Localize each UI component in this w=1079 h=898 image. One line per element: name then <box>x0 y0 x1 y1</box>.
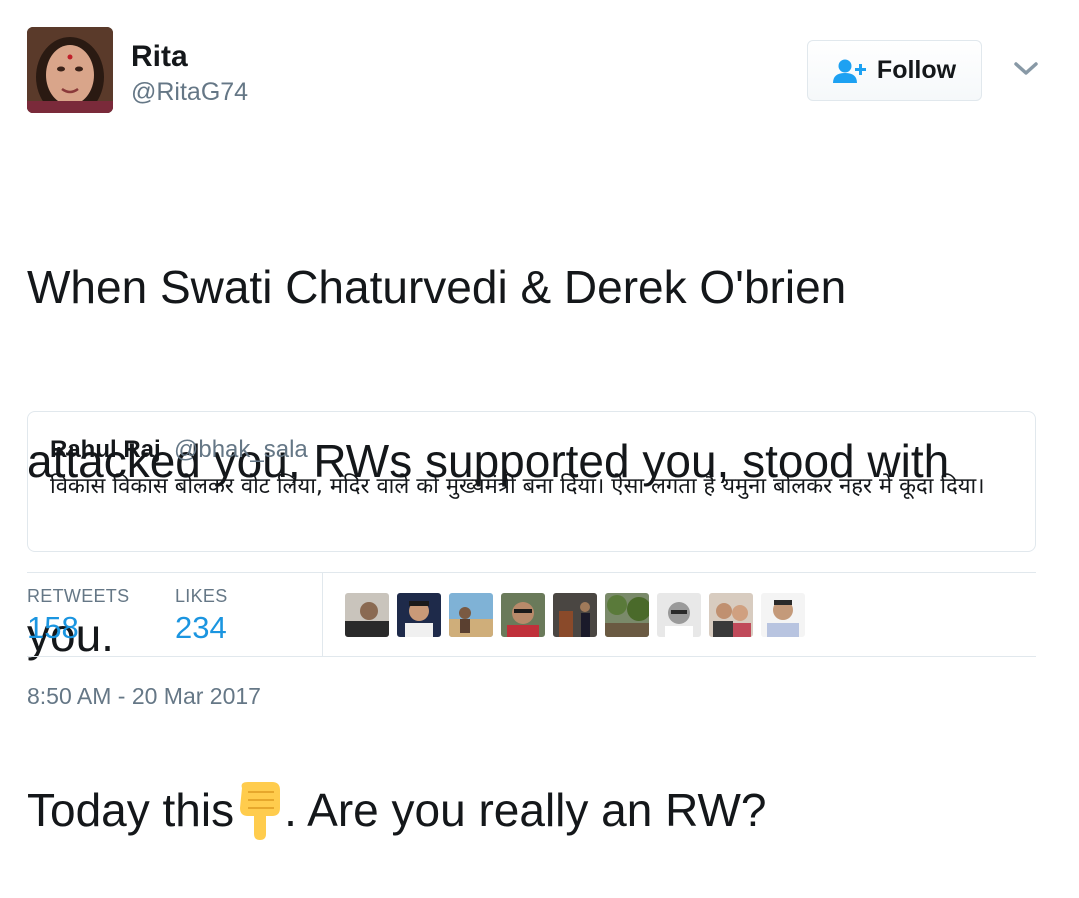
add-person-icon <box>832 59 866 83</box>
liker-avatar-6[interactable] <box>605 593 649 637</box>
liker-avatar-8[interactable] <box>709 593 753 637</box>
quoted-tweet[interactable]: Rahul Raj @bhak_sala विकास विकास बोलकर व… <box>27 411 1036 552</box>
tweet-timestamp[interactable]: 8:50 AM - 20 Mar 2017 <box>27 683 261 710</box>
liker-avatar-4[interactable] <box>501 593 545 637</box>
tweet-line-4: Today this . Are you really an RW? <box>27 780 1047 840</box>
follow-button-label: Follow <box>876 56 957 84</box>
liker-avatar-9[interactable] <box>761 593 805 637</box>
stats-bottom-divider <box>27 656 1036 657</box>
author-avatar-image <box>27 27 113 113</box>
quoted-tweet-author-handle: @bhak_sala <box>174 436 308 463</box>
likes-count[interactable]: 234 <box>175 610 227 646</box>
author-handle[interactable]: @RitaG74 <box>131 78 248 107</box>
stats-separator <box>322 573 323 656</box>
tweet-line-4-end: . Are you really an RW? <box>284 784 767 836</box>
quoted-tweet-text: विकास विकास बोलकर वोट लिया, मंदिर वाले क… <box>50 474 985 499</box>
liker-avatar-1[interactable] <box>345 593 389 637</box>
stats-top-divider <box>27 572 1036 573</box>
avatar[interactable] <box>27 27 113 113</box>
quoted-tweet-author-name: Rahul Raj <box>50 436 161 463</box>
liker-avatar-7[interactable] <box>657 593 701 637</box>
liker-avatar-5[interactable] <box>553 593 597 637</box>
retweets-label: RETWEETS <box>27 586 130 606</box>
pointing-down-emoji <box>240 782 281 840</box>
liker-avatar-2[interactable] <box>397 593 441 637</box>
retweets-count[interactable]: 158 <box>27 610 79 646</box>
follow-button[interactable]: Follow <box>807 40 982 101</box>
likers-list <box>345 593 805 637</box>
tweet-line-4-start: Today this <box>27 784 235 836</box>
author-name[interactable]: Rita <box>131 40 188 74</box>
chevron-down-icon[interactable] <box>1010 58 1042 80</box>
tweet-line-1: When Swati Chaturvedi & Derek O'brien <box>27 261 847 313</box>
liker-avatar-3[interactable] <box>449 593 493 637</box>
likes-label: LIKES <box>175 586 228 606</box>
